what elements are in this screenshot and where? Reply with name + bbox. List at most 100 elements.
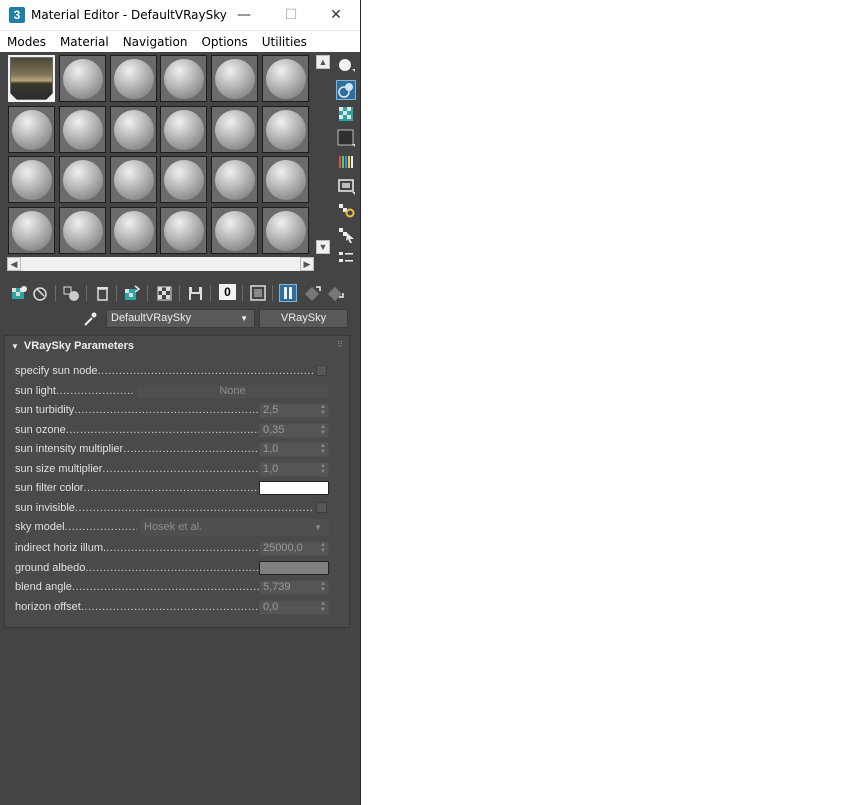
make-unique-icon[interactable] (123, 284, 141, 302)
select-by-material-icon[interactable] (336, 224, 356, 244)
sample-slot[interactable] (59, 207, 106, 254)
sphere-preview (114, 211, 154, 251)
horizon-offset-spinner[interactable]: 0,0 ▲ ▼ (259, 600, 329, 615)
uv-tiling-icon[interactable] (336, 128, 356, 148)
indirect-horiz-illum-spinner[interactable]: 25000,0 ▲ ▼ (259, 541, 329, 556)
specify-sun-node-label-text: specify sun node (15, 365, 98, 377)
sample-slot[interactable] (110, 207, 157, 254)
scroll-left-button[interactable]: ◀ (7, 257, 21, 271)
sample-slot[interactable] (8, 207, 55, 254)
get-material-icon[interactable] (10, 284, 28, 302)
rollout-header[interactable]: ▼ VRaySky Parameters (11, 340, 134, 352)
scroll-right-button[interactable]: ▶ (300, 257, 314, 271)
sun-turbidity-label-text: sun turbidity (15, 404, 75, 416)
sample-slot[interactable] (262, 156, 309, 203)
sample-slot[interactable] (160, 106, 207, 153)
sun-turbidity-spinner[interactable]: 2,5 ▲ ▼ (259, 403, 329, 418)
minimize-button[interactable]: — (221, 0, 267, 30)
scroll-up-button[interactable]: ▲ (316, 55, 330, 69)
ground-albedo-swatch[interactable] (259, 561, 329, 575)
sample-slot[interactable] (262, 106, 309, 153)
rollout-grip-icon[interactable]: ⠿ (337, 340, 343, 349)
sky-model-label: sky model...............................… (15, 520, 137, 534)
reset-map-icon[interactable] (93, 284, 111, 302)
scroll-down-button[interactable]: ▼ (316, 240, 330, 254)
go-to-parent-icon[interactable] (304, 284, 322, 302)
spinner-arrows-icon[interactable]: ▲ ▼ (320, 463, 326, 475)
sample-type-icon[interactable] (336, 55, 356, 75)
sample-slot[interactable] (211, 207, 258, 254)
material-id-channel-button[interactable]: 0 (219, 284, 239, 302)
sample-slot[interactable] (262, 55, 309, 102)
specify-sun-node-checkbox[interactable] (316, 365, 327, 376)
sun-size-multiplier-spinner[interactable]: 1,0 ▲ ▼ (259, 462, 329, 477)
show-map-in-viewport-icon[interactable] (249, 284, 267, 302)
sample-slot[interactable] (59, 55, 106, 102)
sample-slot[interactable] (8, 106, 55, 153)
material-map-navigator-icon[interactable] (336, 248, 356, 268)
put-to-library-icon[interactable] (156, 284, 174, 302)
horizon-offset-label-text: horizon offset (15, 601, 81, 613)
horizontal-scrollbar[interactable] (21, 257, 300, 271)
sample-slot[interactable] (211, 106, 258, 153)
material-id-channel-value: 0 (219, 284, 236, 300)
sample-slot[interactable] (160, 55, 207, 102)
blend-angle-spinner[interactable]: 5,739 ▲ ▼ (259, 580, 329, 595)
spinner-arrows-icon[interactable]: ▲ ▼ (320, 581, 326, 593)
make-preview-icon[interactable] (336, 176, 356, 196)
title-bar[interactable]: 3 Material Editor - DefaultVRaySky — ☐ ✕ (0, 0, 360, 30)
sample-slot[interactable] (8, 156, 55, 203)
sample-slot[interactable] (211, 55, 258, 102)
sample-slot[interactable] (160, 207, 207, 254)
sample-slot[interactable] (110, 55, 157, 102)
leader-dots: ........................................… (102, 463, 259, 475)
sun-invisible-label: sun invisible...........................… (15, 501, 313, 515)
pick-material-eyedropper-icon[interactable] (82, 311, 98, 327)
indirect-horiz-illum-label-text: indirect horiz illum. (15, 542, 107, 554)
assign-to-selection-icon[interactable] (62, 284, 80, 302)
menu-material[interactable]: Material (53, 35, 116, 49)
sample-slot[interactable] (110, 156, 157, 203)
options-icon[interactable] (336, 200, 356, 220)
sun-intensity-multiplier-spinner[interactable]: 1,0 ▲ ▼ (259, 442, 329, 457)
sample-slot[interactable] (262, 207, 309, 254)
spinner-arrows-icon[interactable]: ▲ ▼ (320, 404, 326, 416)
sun-ozone-spinner[interactable]: 0,35 ▲ ▼ (259, 423, 329, 438)
show-end-result-icon[interactable] (279, 284, 297, 302)
backlight-icon[interactable] (336, 80, 356, 100)
spinner-arrows-icon[interactable]: ▲ ▼ (320, 424, 326, 436)
close-button[interactable]: ✕ (313, 0, 359, 30)
spinner-arrows-icon[interactable]: ▲ ▼ (320, 601, 326, 613)
sun-filter-color-swatch[interactable] (259, 481, 329, 495)
material-type-button[interactable]: VRaySky (259, 309, 348, 328)
sample-slot[interactable] (59, 106, 106, 153)
background-icon[interactable] (336, 104, 356, 124)
go-forward-to-sibling-icon[interactable] (327, 284, 345, 302)
vertical-scrollbar[interactable] (315, 70, 331, 240)
sun-light-button[interactable]: None (136, 384, 329, 399)
sphere-preview (215, 211, 255, 251)
save-material-icon[interactable] (187, 284, 205, 302)
menu-options[interactable]: Options (194, 35, 254, 49)
leader-dots: ........................................… (74, 502, 313, 514)
material-name-field[interactable]: DefaultVRaySky ▼ (106, 309, 255, 328)
maximize-button[interactable]: ☐ (268, 0, 314, 30)
video-color-check-icon[interactable] (336, 152, 356, 172)
sample-slot-active[interactable] (8, 55, 55, 102)
sun-invisible-checkbox[interactable] (316, 502, 327, 513)
sample-slot[interactable] (110, 106, 157, 153)
sun-intensity-multiplier-label-text: sun intensity multiplier (15, 443, 124, 455)
sample-slot[interactable] (211, 156, 258, 203)
sphere-preview (63, 160, 103, 200)
put-to-scene-icon[interactable] (32, 284, 50, 302)
menu-modes[interactable]: Modes (0, 35, 53, 49)
sample-slot[interactable] (59, 156, 106, 203)
spinner-arrows-icon[interactable]: ▲ ▼ (320, 542, 326, 554)
sun-filter-color-label: sun filter color........................… (15, 481, 259, 495)
sky-model-dropdown[interactable]: Hosek et al. ▼ (139, 518, 330, 537)
menu-navigation[interactable]: Navigation (116, 35, 195, 49)
sample-slot[interactable] (160, 156, 207, 203)
menu-utilities[interactable]: Utilities (255, 35, 314, 49)
sky-model-value: Hosek et al. (144, 521, 203, 533)
spinner-arrows-icon[interactable]: ▲ ▼ (320, 443, 326, 455)
